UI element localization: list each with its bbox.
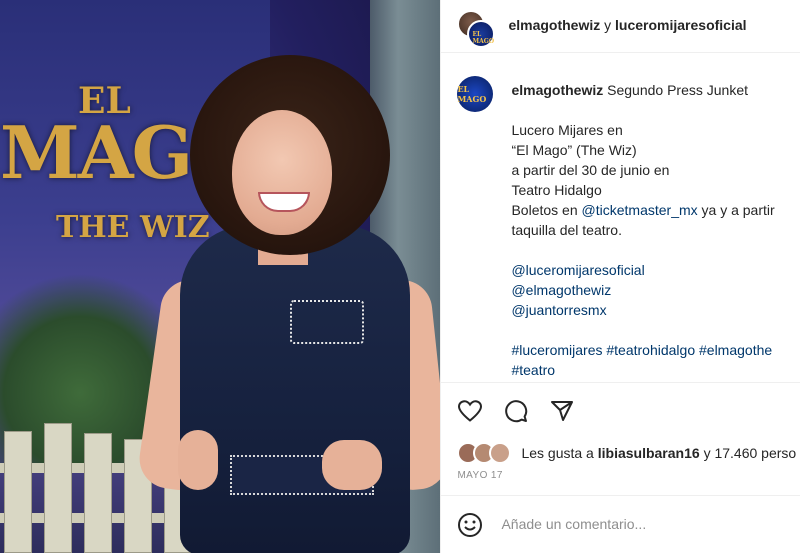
person-face <box>232 110 332 235</box>
fence-picket <box>84 433 112 553</box>
authors-joiner: y <box>604 17 612 33</box>
tickets-prefix: Boletos en <box>511 202 578 218</box>
tickets-line2: taquilla del teatro. <box>511 222 622 238</box>
likes-summary[interactable]: Les gusta a libiasulbaran16 y 17.460 per… <box>457 442 796 464</box>
caption-line: “El Mago” (The Wiz) <box>511 142 637 158</box>
likes-user-link[interactable]: libiasulbaran16 <box>598 445 700 461</box>
send-icon[interactable] <box>549 398 575 424</box>
caption-line: Teatro Hidalgo <box>511 182 602 198</box>
hashtags-line[interactable]: #teatro <box>511 362 555 378</box>
post-header: EL MAGO elmagothewiz y luceromijaresofic… <box>441 0 800 53</box>
avatar[interactable]: EL MAGO <box>467 20 496 48</box>
author-link[interactable]: elmagothewiz <box>508 17 600 33</box>
heart-icon[interactable] <box>457 398 483 424</box>
hashtags-line[interactable]: #luceromijares #teatrohidalgo #elmagothe <box>511 342 772 358</box>
instagram-post: EL MAGO THE WIZ EL MAGO elmagothewiz y l… <box>0 0 800 553</box>
caption-title: Segundo Press Junket <box>607 82 749 98</box>
avatar <box>489 442 512 464</box>
post-actions <box>457 398 575 424</box>
mention-link[interactable]: @ticketmaster_mx <box>582 202 698 218</box>
likes-suffix: y 17.460 perso <box>703 445 797 461</box>
caption-text: elmagothewiz Segundo Press Junket Lucero… <box>511 80 800 380</box>
add-comment-bar: Añade un comentario... <box>441 495 800 554</box>
avatar[interactable]: EL MAGO <box>457 76 494 112</box>
mention-link[interactable]: @juantorresmx <box>511 302 606 318</box>
fence-picket <box>4 431 32 553</box>
banner-logo-wiz: THE WIZ <box>56 210 210 245</box>
mention-link[interactable]: @elmagothewiz <box>511 282 611 298</box>
emoji-icon[interactable] <box>457 512 483 543</box>
dress-pocket <box>290 300 364 344</box>
avatar-logo: EL MAGO <box>457 84 487 104</box>
mention-link[interactable]: @luceromijaresoficial <box>511 262 644 278</box>
caption-username[interactable]: elmagothewiz <box>511 82 603 98</box>
collab-avatars[interactable]: EL MAGO <box>457 10 496 48</box>
comment-icon[interactable] <box>503 398 529 424</box>
likes-prefix: Les gusta a <box>521 445 594 461</box>
fence-picket <box>44 423 72 553</box>
tickets-suffix: ya y a partir <box>701 202 775 218</box>
person-hand-right <box>322 440 382 490</box>
caption-line: a partir del 30 de junio en <box>511 162 670 178</box>
post-photo[interactable]: EL MAGO THE WIZ <box>0 0 441 553</box>
person-hand-left <box>178 430 218 490</box>
likes-text: Les gusta a libiasulbaran16 y 17.460 per… <box>521 445 796 461</box>
divider <box>441 382 800 383</box>
avatar-logo: EL MAGO <box>472 31 495 45</box>
caption-line: Lucero Mijares en <box>511 122 623 138</box>
person-dress <box>180 225 410 553</box>
add-comment-input[interactable]: Añade un comentario... <box>501 516 646 532</box>
author-link[interactable]: luceromijaresoficial <box>615 17 747 33</box>
post-date[interactable]: MAYO 17 <box>457 470 502 481</box>
post-authors: elmagothewiz y luceromijaresoficial <box>508 17 746 33</box>
post-sidebar: EL MAGO elmagothewiz y luceromijaresofic… <box>440 0 800 553</box>
